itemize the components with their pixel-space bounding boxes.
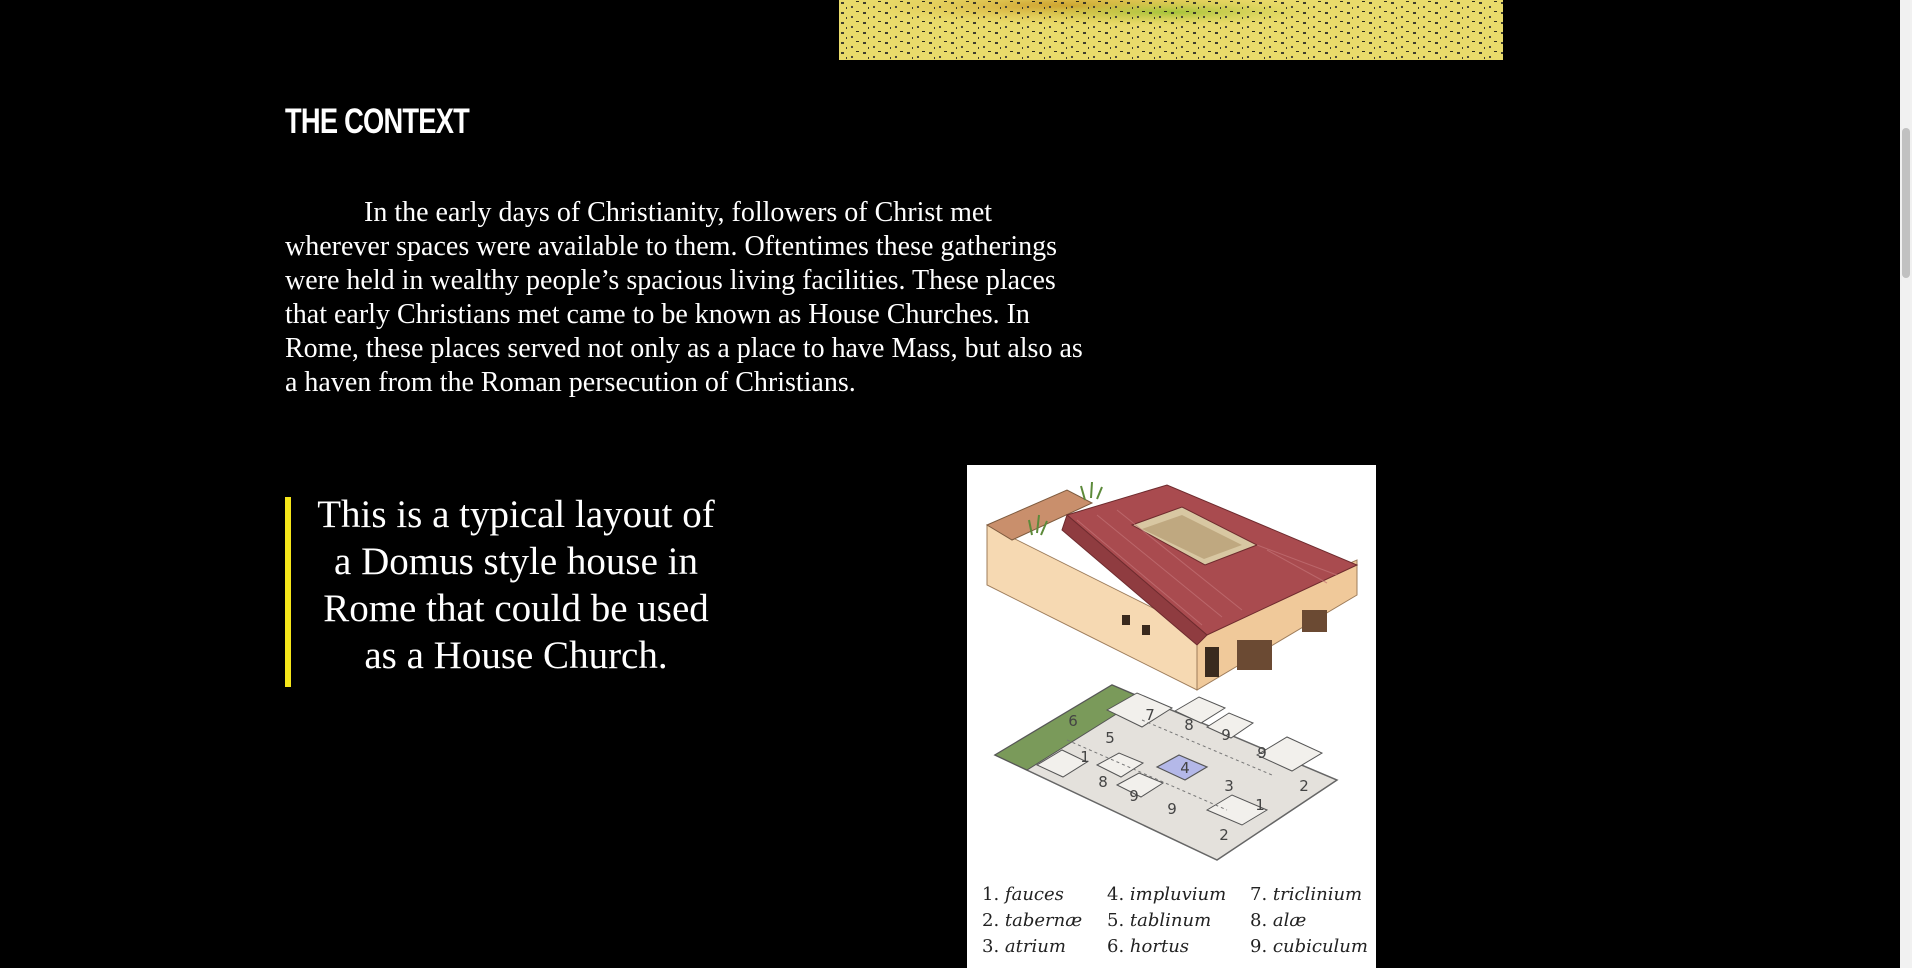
plan-number: 8 — [1098, 773, 1108, 791]
pull-quote: This is a typical layout of a Domus styl… — [285, 493, 755, 687]
domus-drawing: 6 7 8 9 9 5 1 4 3 2 8 9 9 1 2 — [985, 481, 1359, 861]
plan-number: 7 — [1145, 706, 1155, 724]
plan-legend: 1. fauces 4. impluvium 7. triclinium 2. … — [982, 882, 1372, 960]
legend-item: 3. atrium — [982, 936, 1066, 957]
plan-number: 9 — [1257, 744, 1267, 762]
legend-item: 4. impluvium — [1107, 884, 1227, 905]
legend-item: 7. triclinium — [1250, 884, 1363, 905]
page: THE CONTEXT In the early days of Christi… — [0, 0, 1912, 968]
plan-number: 4 — [1180, 759, 1190, 777]
plan-number: 1 — [1255, 796, 1265, 814]
legend-item: 6. hortus — [1107, 936, 1190, 957]
section-heading: THE CONTEXT — [285, 102, 470, 141]
plan-number: 5 — [1105, 729, 1115, 747]
plan-number: 9 — [1167, 800, 1177, 818]
plan-number: 3 — [1224, 777, 1234, 795]
plan-number: 6 — [1068, 712, 1078, 730]
scrollbar-thumb[interactable] — [1902, 128, 1910, 278]
plan-number: 9 — [1221, 726, 1231, 744]
plan-number: 9 — [1129, 787, 1139, 805]
plan-number: 2 — [1219, 826, 1229, 844]
domus-illustration: 6 7 8 9 9 5 1 4 3 2 8 9 9 1 2 1. fauces … — [967, 465, 1376, 968]
plan-number: 1 — [1080, 748, 1090, 766]
legend-item: 2. tabernæ — [982, 910, 1083, 931]
intro-paragraph: In the early days of Christianity, follo… — [285, 197, 1083, 398]
top-banner-image — [839, 0, 1503, 60]
legend-item: 9. cubiculum — [1250, 936, 1368, 957]
legend-item: 5. tablinum — [1107, 910, 1212, 931]
plan-number: 8 — [1184, 716, 1194, 734]
vertical-scrollbar[interactable] — [1900, 0, 1912, 968]
plan-number: 2 — [1299, 777, 1309, 795]
legend-item: 1. fauces — [982, 884, 1064, 905]
legend-item: 8. alæ — [1250, 910, 1307, 931]
pull-quote-text: This is a typical layout of a Domus styl… — [317, 493, 715, 677]
